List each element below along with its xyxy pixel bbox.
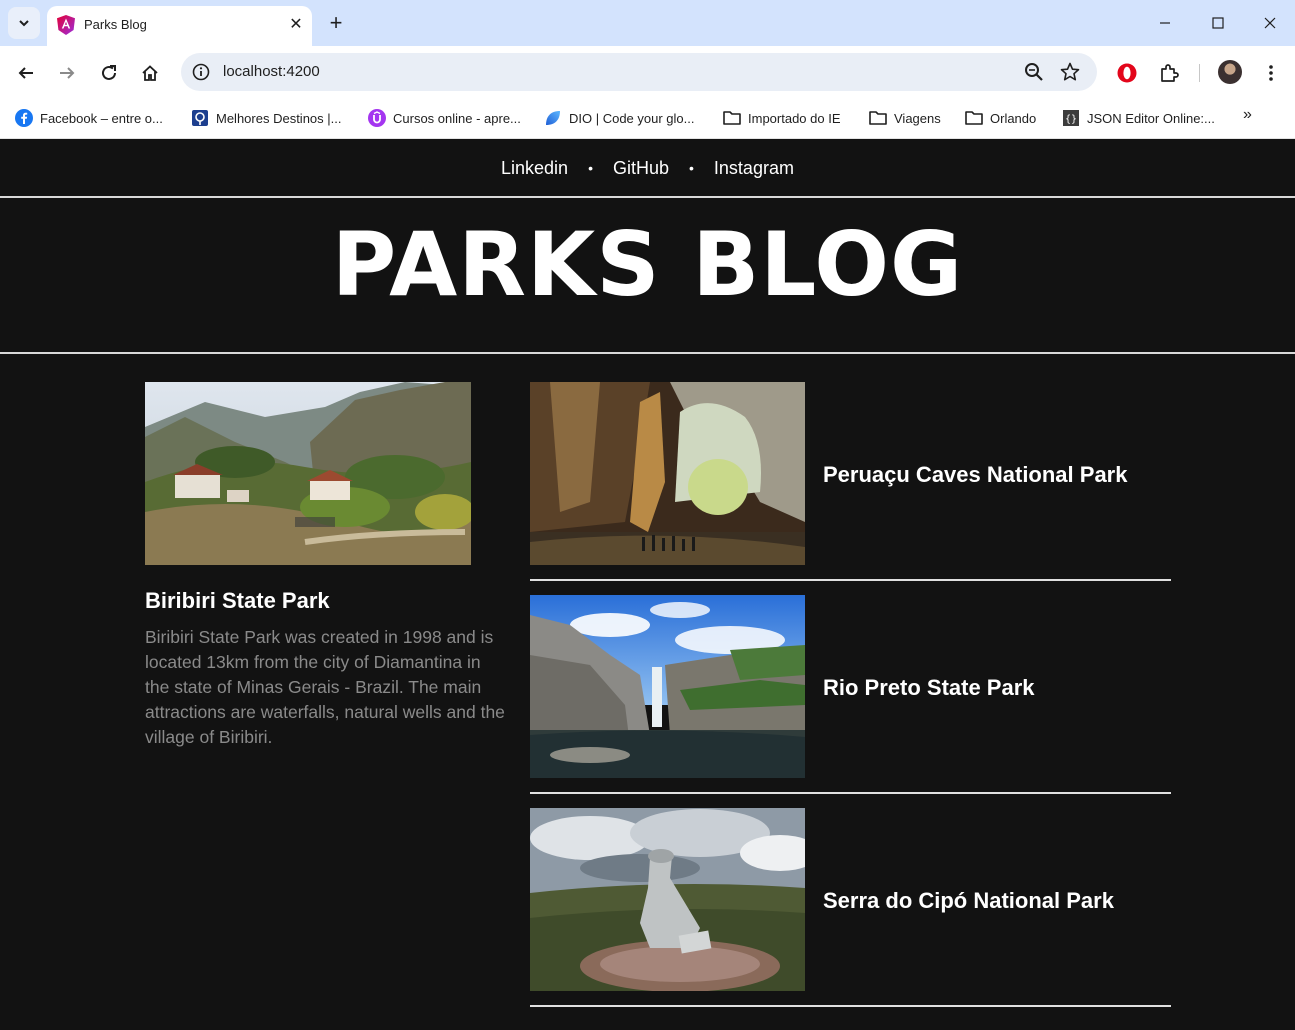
folder-icon (965, 109, 983, 127)
linkedin-link[interactable]: Linkedin (501, 158, 568, 179)
bookmark-folder-orlando[interactable]: Orlando (965, 107, 1036, 129)
bookmark-json-editor[interactable]: {} JSON Editor Online:... (1062, 107, 1215, 129)
chevron-down-icon (19, 20, 29, 27)
url-text[interactable]: localhost:4200 (223, 63, 320, 80)
new-tab-button[interactable]: + (322, 9, 350, 37)
angular-logo-icon (57, 15, 75, 35)
bookmark-folder-importado[interactable]: Importado do IE (723, 107, 841, 129)
udemy-icon (368, 109, 386, 127)
melhores-destinos-icon (191, 109, 209, 127)
page-title: PARKS BLOG (331, 213, 964, 316)
folder-icon (869, 109, 887, 127)
bookmarks-bar: Facebook – entre o... Melhores Destinos … (0, 99, 1295, 139)
post-card-title[interactable]: Rio Preto State Park (823, 675, 1035, 701)
nav-separator: • (588, 160, 593, 176)
post-card-image[interactable] (530, 382, 805, 565)
post-card-title[interactable]: Serra do Cipó National Park (823, 888, 1114, 914)
bookmark-label: JSON Editor Online:... (1087, 110, 1215, 126)
toolbar-divider (1199, 64, 1200, 82)
post-card-image[interactable] (530, 595, 805, 778)
bookmark-label: Cursos online - apre... (393, 110, 521, 126)
page-content: Linkedin • GitHub • Instagram PARKS BLOG (0, 139, 1295, 1030)
folder-icon (723, 109, 741, 127)
bookmark-folder-viagens[interactable]: Viagens (869, 107, 941, 129)
back-button[interactable] (10, 57, 42, 89)
more-menu-icon[interactable] (1258, 60, 1284, 86)
maximize-icon[interactable] (1203, 8, 1233, 38)
bookmark-label: DIO | Code your glo... (569, 110, 695, 126)
bookmark-label: Viagens (894, 110, 941, 126)
facebook-icon (15, 109, 33, 127)
post-card[interactable]: Serra do Cipó National Park (530, 808, 1171, 1007)
zoom-icon[interactable] (1023, 61, 1045, 83)
bookmark-star-icon[interactable] (1059, 61, 1081, 83)
instagram-link[interactable]: Instagram (714, 158, 794, 179)
bookmark-label: Orlando (990, 110, 1037, 126)
nav-separator: • (689, 160, 694, 176)
dio-icon (544, 109, 562, 127)
arrow-left-icon (18, 67, 33, 79)
svg-text:{}: {} (1065, 114, 1077, 125)
forward-button[interactable] (51, 57, 83, 89)
tab-title: Parks Blog (84, 17, 147, 32)
header-divider-bottom (0, 352, 1295, 354)
header-divider-top (0, 196, 1295, 198)
extensions-puzzle-icon[interactable] (1156, 60, 1182, 86)
github-link[interactable]: GitHub (613, 158, 669, 179)
opera-extension-icon[interactable] (1114, 60, 1140, 86)
arrow-right-icon (60, 67, 75, 79)
featured-post-title[interactable]: Biribiri State Park (145, 588, 330, 614)
home-icon (142, 65, 158, 81)
address-bar[interactable]: localhost:4200 (181, 53, 1097, 91)
bookmark-facebook[interactable]: Facebook – entre o... (15, 107, 163, 129)
bookmark-dio[interactable]: DIO | Code your glo... (544, 107, 695, 129)
tab-search-button[interactable] (8, 7, 40, 39)
browser-tab-strip: Parks Blog ✕ + (0, 0, 1295, 46)
home-button[interactable] (134, 57, 166, 89)
browser-toolbar: localhost:4200 (0, 46, 1295, 99)
json-editor-icon: {} (1062, 109, 1080, 127)
more-bookmarks-icon[interactable]: » (1243, 106, 1252, 124)
active-tab[interactable]: Parks Blog ✕ (47, 6, 312, 46)
post-card[interactable]: Rio Preto State Park (530, 595, 1171, 794)
post-card-title[interactable]: Peruaçu Caves National Park (823, 462, 1127, 488)
reload-icon (102, 65, 116, 80)
close-window-icon[interactable] (1255, 8, 1285, 38)
featured-post-image[interactable] (145, 382, 471, 565)
bookmark-label: Melhores Destinos |... (216, 110, 342, 126)
bookmark-label: Importado do IE (748, 110, 841, 126)
reload-button[interactable] (93, 57, 125, 89)
profile-avatar[interactable] (1218, 60, 1242, 84)
post-card[interactable]: Peruaçu Caves National Park (530, 382, 1171, 581)
featured-post-description: Biribiri State Park was created in 1998 … (145, 627, 505, 747)
bookmark-melhores-destinos[interactable]: Melhores Destinos |... (191, 107, 341, 129)
post-card-image[interactable] (530, 808, 805, 991)
close-tab-icon[interactable]: ✕ (285, 13, 307, 35)
bookmark-cursos-online[interactable]: Cursos online - apre... (368, 107, 521, 129)
bookmark-label: Facebook – entre o... (40, 110, 163, 126)
social-nav: Linkedin • GitHub • Instagram (0, 139, 1295, 197)
site-info-icon[interactable] (191, 62, 211, 82)
minimize-icon[interactable] (1150, 8, 1180, 38)
